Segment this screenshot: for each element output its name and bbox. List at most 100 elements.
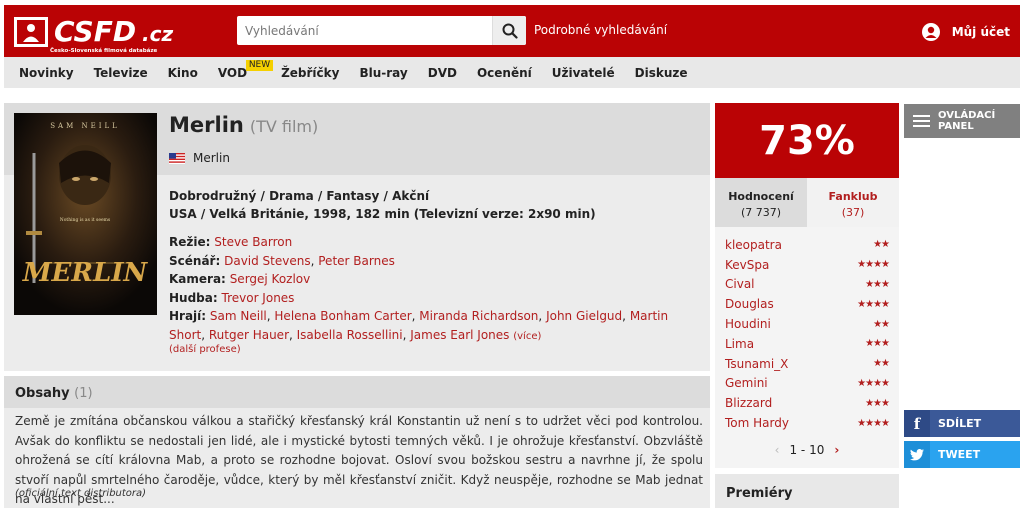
star-rating: ★★ xyxy=(873,318,890,330)
list-item: Lima ★★★ xyxy=(725,334,890,354)
film-genres: Dobrodružný / Drama / Fantasy / Akční US… xyxy=(169,187,596,223)
star-rating: ★★★★ xyxy=(857,259,890,271)
nav-item-diskuze[interactable]: Diskuze xyxy=(635,66,688,80)
cast-link[interactable]: John Gielgud xyxy=(546,309,622,323)
camera-label: Kamera: xyxy=(169,272,226,286)
svg-text:.cz: .cz xyxy=(142,22,173,46)
search-box xyxy=(237,16,526,45)
music-link[interactable]: Trevor Jones xyxy=(222,291,295,305)
control-panel-button[interactable]: OVLÁDACÍ PANEL xyxy=(904,104,1020,138)
plot-source: (oficiální text distributora) xyxy=(15,488,147,499)
logo-subtitle: Česko-Slovenská filmová databáze xyxy=(50,47,158,54)
film-title: Merlin (TV film) xyxy=(169,113,318,137)
plot-header xyxy=(4,376,710,408)
tab-fanclub[interactable]: Fanklub (37) xyxy=(807,178,899,227)
cast-link[interactable]: James Earl Jones xyxy=(410,328,509,342)
user-link[interactable]: Tsunami_X xyxy=(725,357,788,371)
tweet-label: TWEET xyxy=(938,448,981,461)
premieres-heading: Premiéry xyxy=(715,474,899,508)
nav-item-vod[interactable]: VOD NEW xyxy=(218,59,274,80)
star-rating: ★★ xyxy=(873,358,890,370)
us-flag-icon xyxy=(169,152,185,164)
camera-link[interactable]: Sergej Kozlov xyxy=(230,272,311,286)
facebook-share-button[interactable]: f SDÍLET xyxy=(904,410,1020,437)
user-link[interactable]: Gemini xyxy=(725,376,768,390)
tab-ratings[interactable]: Hodnocení (7 737) xyxy=(715,178,807,227)
user-link[interactable]: Lima xyxy=(725,337,754,351)
advanced-search-link[interactable]: Podrobné vyhledávání xyxy=(534,23,667,37)
twitter-icon xyxy=(904,441,930,468)
account-menu[interactable]: Můj účet xyxy=(921,23,1010,41)
user-link[interactable]: Houdini xyxy=(725,317,771,331)
nav-item-dvd[interactable]: DVD xyxy=(428,66,457,80)
original-name: Merlin xyxy=(169,151,230,165)
search-input[interactable] xyxy=(237,16,491,45)
user-link[interactable]: kleopatra xyxy=(725,238,782,252)
star-rating: ★★★ xyxy=(865,338,890,350)
genres-text: Dobrodružný / Drama / Fantasy / Akční xyxy=(169,189,430,203)
list-item: Tom Hardy ★★★★ xyxy=(725,413,890,433)
user-icon xyxy=(921,23,940,41)
nav-item-novinky[interactable]: Novinky xyxy=(19,66,74,80)
cast-row: Hrají: Sam Neill, Helena Bonham Carter, … xyxy=(169,309,669,342)
film-poster[interactable]: SAM NEILL Nothing is as it seems MERLIN xyxy=(14,113,157,315)
nav-item-televize[interactable]: Televize xyxy=(94,66,148,80)
plot-count: (1) xyxy=(74,386,93,401)
cast-link[interactable]: Helena Bonham Carter xyxy=(274,309,411,323)
user-link[interactable]: Cival xyxy=(725,277,755,291)
search-button[interactable] xyxy=(492,16,526,45)
cast-link[interactable]: Miranda Richardson xyxy=(419,309,538,323)
menu-icon xyxy=(913,112,931,130)
logo-text: CSFD xyxy=(54,15,136,48)
pager-prev-icon[interactable]: ‹ xyxy=(775,443,780,457)
director-link[interactable]: Steve Barron xyxy=(214,235,292,249)
writer-link[interactable]: Peter Barnes xyxy=(318,254,395,268)
pager-range: 1 - 10 xyxy=(789,443,825,457)
cast-link[interactable]: Rutger Hauer xyxy=(209,328,289,342)
facebook-icon: f xyxy=(904,410,930,437)
cast-more-link[interactable]: (více) xyxy=(513,331,541,342)
film-profile: SAM NEILL Nothing is as it seems MERLIN … xyxy=(4,103,710,371)
nav-item-kino[interactable]: Kino xyxy=(168,66,198,80)
account-label: Můj účet xyxy=(951,25,1010,39)
star-rating: ★★★ xyxy=(865,397,890,409)
origin-text: USA / Velká Británie, 1998, 182 min (Tel… xyxy=(169,207,596,221)
writer-link[interactable]: David Stevens xyxy=(224,254,311,268)
site-header: CSFD .cz Česko-Slovenská filmová databáz… xyxy=(4,5,1020,57)
new-badge: NEW xyxy=(245,59,274,71)
film-title-text: Merlin xyxy=(169,113,244,137)
nav-item-bluray[interactable]: Blu-ray xyxy=(359,66,407,80)
nav-item-uzivatele[interactable]: Uživatelé xyxy=(552,66,615,80)
nav-item-oceneni[interactable]: Ocenění xyxy=(477,66,532,80)
rating-tabs: Hodnocení (7 737) Fanklub (37) xyxy=(715,178,899,227)
music-row: Hudba: Trevor Jones xyxy=(169,289,699,308)
cast-link[interactable]: Sam Neill xyxy=(210,309,267,323)
writer-label: Scénář: xyxy=(169,253,221,268)
list-item: Tsunami_X ★★ xyxy=(725,354,890,374)
film-creators: Režie: Steve Barron Scénář: David Steven… xyxy=(169,233,699,346)
user-link[interactable]: Blizzard xyxy=(725,396,772,410)
rating-average: 73% xyxy=(715,103,899,178)
logo-mark: CSFD .cz Česko-Slovenská filmová databáz… xyxy=(14,15,173,54)
star-rating: ★★★★ xyxy=(857,377,890,389)
csfd-logo[interactable]: CSFD .cz Česko-Slovenská filmová databáz… xyxy=(14,13,179,55)
tab-ratings-label: Hodnocení xyxy=(728,190,794,203)
original-name-text: Merlin xyxy=(193,151,230,165)
writer-row: Scénář: David Stevens, Peter Barnes xyxy=(169,253,395,268)
plot-section: Obsahy (1) Země je zmítána občanskou vál… xyxy=(4,376,710,508)
user-link[interactable]: KevSpa xyxy=(725,258,769,272)
camera-row: Kamera: Sergej Kozlov xyxy=(169,270,699,289)
main-nav: Novinky Televize Kino VOD NEW Žebříčky Bl… xyxy=(4,57,1020,88)
list-item: kleopatra ★★ xyxy=(725,235,890,255)
cast-link[interactable]: Isabella Rossellini xyxy=(297,328,403,342)
director-label: Režie: xyxy=(169,235,211,249)
user-link[interactable]: Tom Hardy xyxy=(725,416,789,430)
pager-next-icon[interactable]: › xyxy=(834,443,839,457)
tab-fanclub-count: (37) xyxy=(841,206,865,219)
list-item: Blizzard ★★★ xyxy=(725,393,890,413)
twitter-tweet-button[interactable]: TWEET xyxy=(904,441,1020,468)
nav-item-zebricky[interactable]: Žebříčky xyxy=(281,66,339,80)
poster-actor: SAM NEILL xyxy=(50,122,120,130)
more-professions-link[interactable]: (další profese) xyxy=(169,344,241,355)
user-link[interactable]: Douglas xyxy=(725,297,774,311)
